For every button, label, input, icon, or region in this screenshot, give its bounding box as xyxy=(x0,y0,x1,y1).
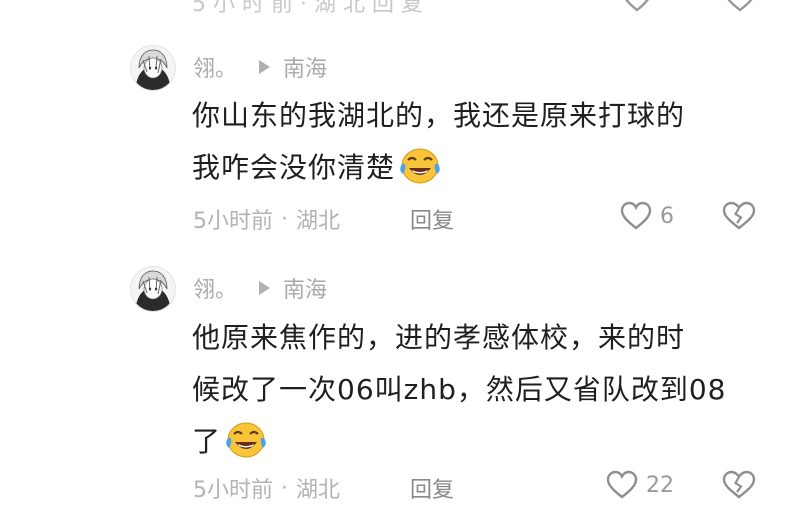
broken-heart-icon[interactable] xyxy=(724,0,756,12)
heart-outline-icon xyxy=(620,201,652,230)
like-button[interactable]: 6 xyxy=(620,201,674,231)
like-count: 6 xyxy=(660,203,674,229)
laughing-tears-emoji-icon xyxy=(226,422,266,458)
heart-outline-icon[interactable] xyxy=(622,0,652,12)
comment-text-line: 了 xyxy=(192,425,222,458)
play-triangle-icon xyxy=(257,280,271,296)
comment-text-line: 你山东的我湖北的，我还是原来打球的 xyxy=(192,99,686,132)
comment-text-line: 我咋会没你清楚 xyxy=(192,151,396,184)
broken-heart-icon[interactable] xyxy=(722,201,756,231)
username[interactable]: 翎。 xyxy=(193,51,237,83)
comment-region: 湖北 xyxy=(296,478,341,503)
avatar-manga-character-image xyxy=(131,46,175,90)
laughing-tears-emoji-icon xyxy=(400,148,440,184)
play-triangle-icon xyxy=(257,59,271,75)
comment-region: 湖北 xyxy=(296,209,341,234)
comment-meta-row: 5小时前 · 湖北 xyxy=(193,202,340,236)
comment-meta-row: 5小时前 · 湖北 xyxy=(193,471,340,505)
location-tag: 南海 xyxy=(283,57,328,82)
previous-comment-meta-cut: 5 小 时 前 · 湖 北 回 复 xyxy=(0,0,800,17)
like-button[interactable]: 22 xyxy=(606,470,674,500)
comment-text-line: 他原来焦作的，进的孝感体校，来的时 xyxy=(192,321,686,354)
reply-button[interactable]: 回复 xyxy=(410,472,454,504)
heart-outline-icon xyxy=(606,470,638,499)
comment-time: 5小时前 xyxy=(193,478,273,503)
avatar-manga-character-image xyxy=(131,267,175,311)
comment-time: 5小时前 xyxy=(193,209,273,234)
avatar[interactable] xyxy=(130,266,176,312)
user-info-row: 翎。 南海 xyxy=(193,52,327,82)
comment-text-line: 候改了一次06叫zhb，然后又省队改到08 xyxy=(192,373,727,406)
user-info-row: 翎。 南海 xyxy=(193,273,327,303)
avatar[interactable] xyxy=(130,45,176,91)
comment-text: 你山东的我湖北的，我还是原来打球的 我咋会没你清楚 xyxy=(192,90,762,194)
separator-dot: · xyxy=(281,475,288,501)
like-count: 22 xyxy=(646,472,674,498)
separator-dot: · xyxy=(281,206,288,232)
reply-button[interactable]: 回复 xyxy=(410,203,454,235)
previous-comment-meta-text: 5 小 时 前 · 湖 北 回 复 xyxy=(192,0,423,17)
comment-text: 他原来焦作的，进的孝感体校，来的时 候改了一次06叫zhb，然后又省队改到08 … xyxy=(192,312,772,468)
username[interactable]: 翎。 xyxy=(193,272,237,304)
broken-heart-icon[interactable] xyxy=(722,470,756,500)
location-tag: 南海 xyxy=(283,278,328,303)
